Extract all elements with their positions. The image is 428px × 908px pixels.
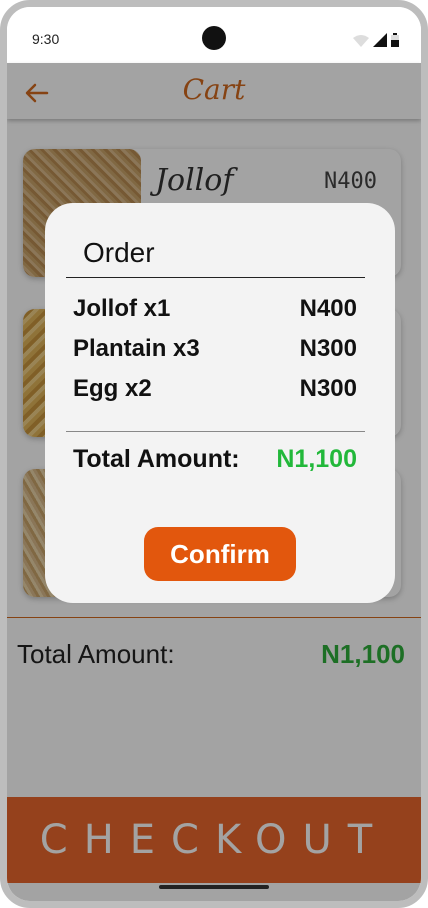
signal-icon	[373, 33, 387, 47]
confirm-button[interactable]: Confirm	[144, 527, 296, 581]
order-item-row: Egg x2 N300	[73, 369, 357, 409]
order-item-row: Jollof x1 N400	[73, 289, 357, 329]
home-indicator[interactable]	[159, 885, 269, 889]
dialog-total-label: Total Amount:	[73, 445, 240, 473]
order-item-label: Plantain x3	[73, 335, 200, 362]
dialog-total-divider	[66, 431, 365, 432]
status-time: 9:30	[32, 31, 60, 47]
status-bar: 9:30	[7, 7, 421, 63]
order-item-price: N300	[299, 335, 357, 362]
dialog-title: Order	[83, 237, 155, 268]
order-item-label: Egg x2	[73, 375, 152, 402]
order-item-list: Jollof x1 N400 Plantain x3 N300 Egg x2 N…	[73, 289, 357, 409]
phone-frame: 9:30 Cart Jollof N400 Total Amount: N1,1…	[0, 0, 428, 908]
dialog-total-row: Total Amount: N1,100	[73, 445, 357, 474]
wifi-icon	[353, 35, 369, 47]
status-icons	[353, 33, 399, 47]
dialog-title-divider	[66, 277, 365, 278]
dialog-total-value: N1,100	[276, 445, 357, 473]
order-item-row: Plantain x3 N300	[73, 329, 357, 369]
camera-cutout	[202, 26, 226, 50]
order-item-label: Jollof x1	[73, 295, 171, 322]
order-item-price: N400	[299, 295, 357, 322]
battery-icon	[391, 33, 399, 47]
order-item-price: N300	[299, 375, 357, 402]
order-dialog: Order Jollof x1 N400 Plantain x3 N300 Eg…	[45, 203, 395, 603]
